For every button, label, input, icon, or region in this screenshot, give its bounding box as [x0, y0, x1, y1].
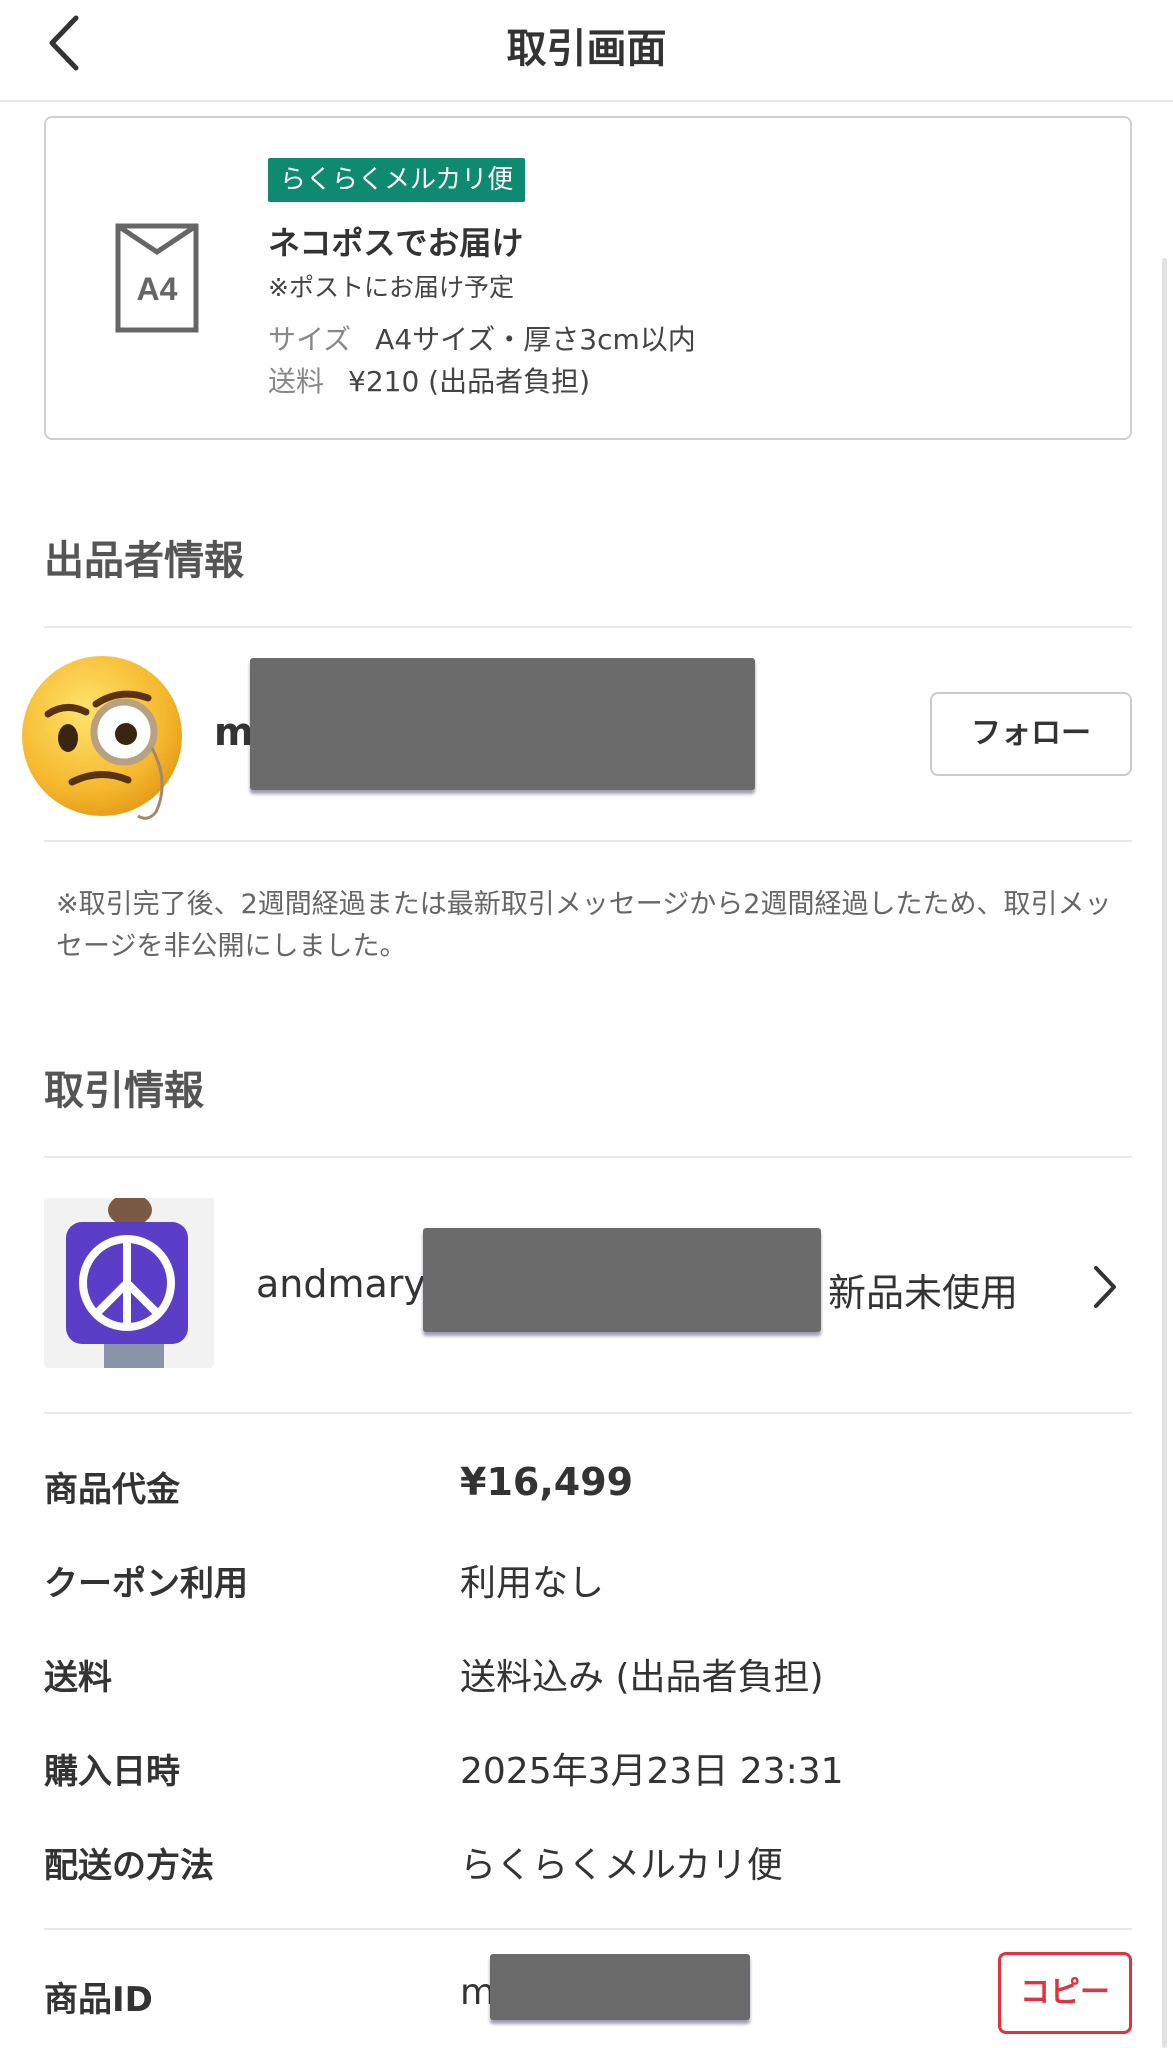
seller-section-title: 出品者情報: [44, 538, 244, 584]
header-bar: 取引画面: [0, 0, 1173, 102]
redacted-product-id: [490, 1954, 750, 2020]
divider: [44, 626, 1132, 628]
page-title: 取引画面: [506, 26, 667, 72]
item-detail-link[interactable]: [1090, 1262, 1120, 1316]
divider: [44, 840, 1132, 842]
peace-sign-icon: [79, 1235, 175, 1331]
item-condition: 新品未使用: [828, 1271, 1019, 1315]
shipping-fee-label: 送料: [268, 365, 325, 398]
divider: [44, 1928, 1132, 1930]
coupon-value: 利用なし: [460, 1563, 605, 1604]
shipping-fee-value: ¥210 (出品者負担): [348, 365, 591, 398]
divider: [44, 1156, 1132, 1158]
shipping-size-value: A4サイズ・厚さ3cm以内: [375, 323, 696, 356]
shipping-note: ※ポストにお届け予定: [268, 273, 514, 302]
coupon-label: クーポン利用: [44, 1564, 248, 1604]
item-title[interactable]: andmary: [256, 1262, 426, 1306]
delivery-method-value: らくらくメルカリ便: [460, 1845, 783, 1886]
purchase-date-value: 2025年3月23日 23:31: [460, 1751, 844, 1792]
shipping-size-row: サイズ A4サイズ・厚さ3cm以内: [268, 318, 696, 358]
scrollbar[interactable]: [1162, 258, 1167, 2048]
delivery-method-label: 配送の方法: [44, 1846, 214, 1886]
price-label: 商品代金: [44, 1470, 180, 1510]
face-with-monocle-emoji-icon: [22, 656, 182, 820]
seller-name[interactable]: m: [214, 710, 254, 754]
a4-envelope-icon: A4: [114, 222, 200, 338]
purchase-date-label: 購入日時: [44, 1752, 180, 1792]
divider: [44, 1412, 1132, 1414]
shipping-service-badge: らくらくメルカリ便: [268, 158, 526, 202]
copy-button[interactable]: コピー: [998, 1952, 1132, 2034]
shipping-fee-label: 送料: [44, 1658, 112, 1698]
shipping-fee-row: 送料 ¥210 (出品者負担): [268, 360, 590, 400]
item-thumbnail[interactable]: [44, 1198, 214, 1368]
chevron-right-icon: [1094, 1266, 1116, 1308]
shipping-size-label: サイズ: [268, 323, 352, 356]
follow-button[interactable]: フォロー: [930, 692, 1132, 776]
product-id-label: 商品ID: [44, 1980, 153, 2020]
seller-avatar[interactable]: [20, 652, 190, 822]
a4-icon-label: A4: [137, 271, 178, 307]
transaction-section-title: 取引情報: [44, 1068, 204, 1114]
shipping-info-card: A4 らくらくメルカリ便 ネコポスでお届け ※ポストにお届け予定 サイズ A4サイ…: [44, 116, 1132, 440]
shipping-fee-value: 送料込み (出品者負担): [460, 1657, 824, 1698]
shipping-method: ネコポスでお届け: [268, 224, 524, 262]
redacted-seller-name: [250, 658, 755, 790]
redacted-item-title: [423, 1228, 821, 1332]
price-value: ¥16,499: [460, 1460, 634, 1504]
message-private-notice: ※取引完了後、2週間経過または最新取引メッセージから2週間経過したため、取引メッ…: [56, 889, 1112, 962]
